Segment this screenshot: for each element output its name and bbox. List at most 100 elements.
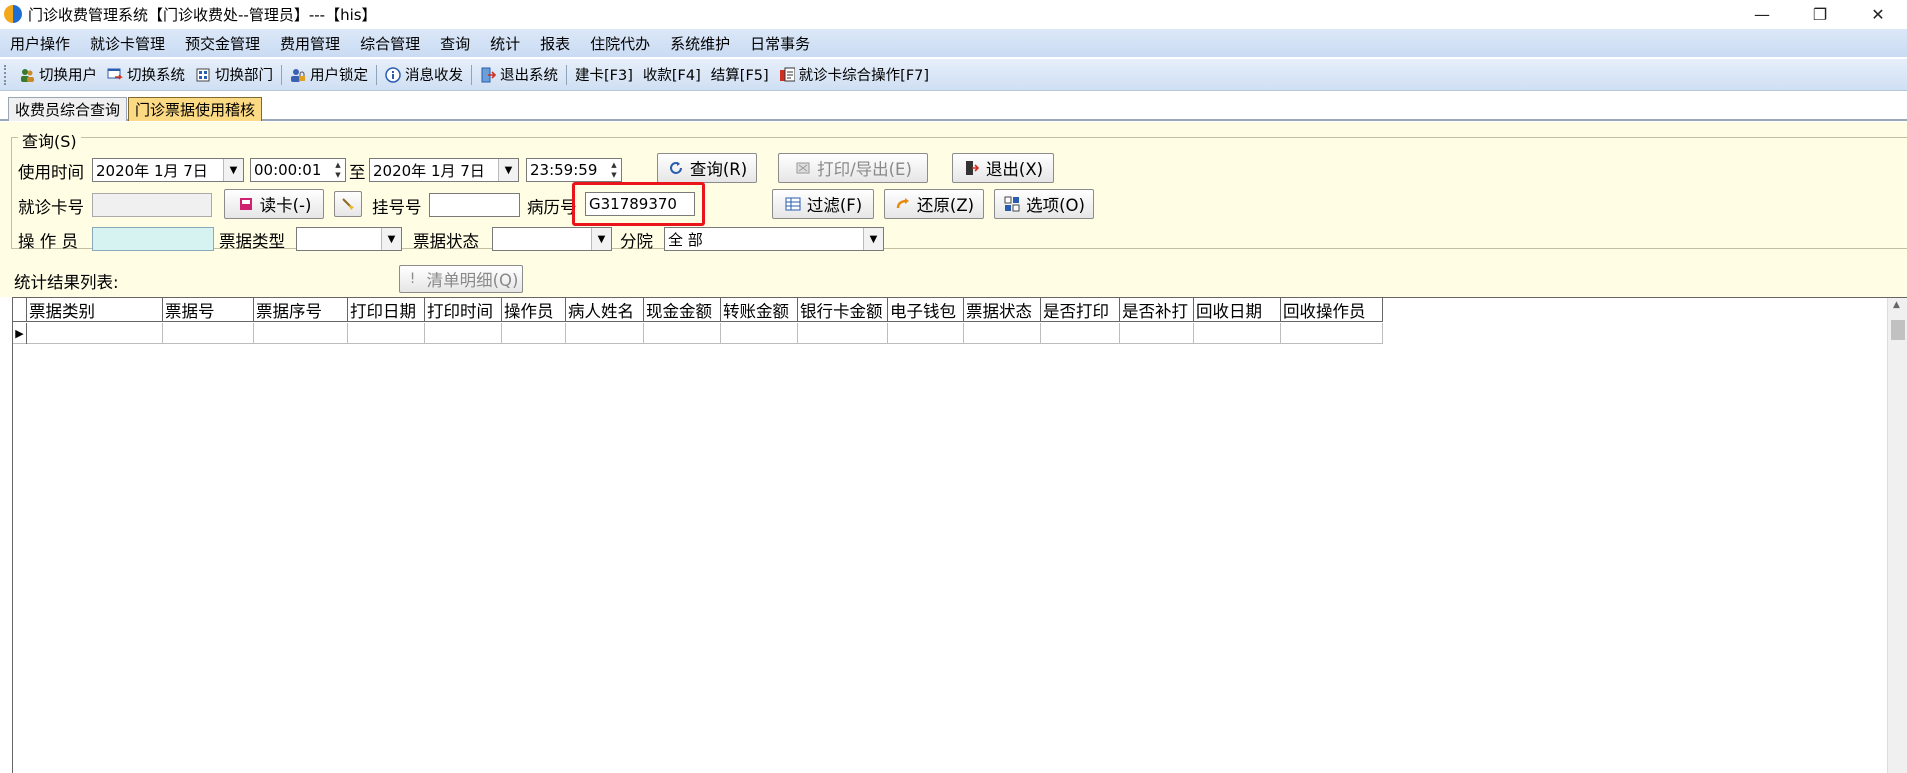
receipt-status-select[interactable]: ▼ [492,227,612,251]
menu-fee-mgmt[interactable]: 费用管理 [270,33,350,54]
grid-cell[interactable] [1281,323,1383,344]
menu-user-ops[interactable]: 用户操作 [0,33,80,54]
options-button[interactable]: 选项(O) [994,189,1094,219]
col-receipt-status[interactable]: 票据状态 [964,298,1041,322]
grid-cell[interactable] [348,323,425,344]
restore-button-query[interactable]: 还原(Z) [884,189,984,219]
query-button[interactable]: 查询(R) [657,153,757,183]
exit-system-button[interactable]: 退出系统 [475,62,563,88]
col-receipt-number[interactable]: 票据号 [163,298,254,322]
switch-system-button[interactable]: 切换系统 [102,62,190,88]
time-from-spinner[interactable]: 00:00:01 ▲ ▼ [250,158,346,182]
filter-button[interactable]: 过滤(F) [772,189,874,219]
grid-cell[interactable] [798,323,888,344]
grid-cell[interactable] [254,323,348,344]
menu-reports[interactable]: 报表 [530,33,580,54]
grid-cell[interactable] [1120,323,1194,344]
col-cash-amount[interactable]: 现金金额 [644,298,721,322]
menu-deposit-mgmt[interactable]: 预交金管理 [175,33,270,54]
toolbar-grip[interactable] [4,64,8,85]
time-to-spin-icon[interactable]: ▲ ▼ [607,159,621,181]
exclamation-icon: ! [409,271,416,287]
restore-button[interactable]: ❐ [1791,0,1849,28]
vertical-scrollbar[interactable]: ▲ [1887,298,1907,773]
receipt-type-dropdown[interactable]: ▼ [381,228,401,250]
menu-statistics[interactable]: 统计 [480,33,530,54]
minimize-button[interactable]: — [1733,0,1791,28]
message-button[interactable]: 消息收发 [380,62,468,88]
users-icon [19,67,35,83]
menu-daily-affairs[interactable]: 日常事务 [740,33,820,54]
col-recovery-date[interactable]: 回收日期 [1194,298,1281,322]
close-button[interactable]: ✕ [1849,0,1907,28]
grid-cell[interactable] [644,323,721,344]
tab-cashier-query[interactable]: 收费员综合查询 [8,97,128,121]
col-bankcard-amount[interactable]: 银行卡金额 [798,298,888,322]
toolbar-separator [566,64,567,85]
grid-cell[interactable] [502,323,566,344]
app-logo-icon [4,5,22,23]
build-card-button[interactable]: 建卡[F3] [570,62,638,88]
menu-inpatient-agent[interactable]: 住院代办 [580,33,660,54]
operator-input[interactable] [92,227,214,251]
grid-cell[interactable] [964,323,1041,344]
time-to-spinner[interactable]: 23:59:59 ▲ ▼ [526,158,622,182]
branch-select[interactable]: 全 部 ▼ [664,227,884,251]
grid-cell[interactable] [163,323,254,344]
clear-card-button[interactable] [334,191,362,217]
read-card-button[interactable]: 读卡(-) [224,189,324,219]
menu-card-mgmt[interactable]: 就诊卡管理 [80,33,175,54]
print-export-button[interactable]: 打印/导出(E) [778,153,928,183]
scroll-thumb[interactable] [1891,320,1905,340]
branch-dropdown[interactable]: ▼ [863,228,883,250]
grid-cell[interactable] [888,323,964,344]
grid-cell[interactable] [1194,323,1281,344]
exit-button[interactable]: 退出(X) [952,153,1054,183]
card-number-input[interactable] [92,193,212,217]
options-button-label: 选项(O) [1026,196,1085,215]
col-transfer-amount[interactable]: 转账金额 [721,298,798,322]
table-row[interactable]: ▶ [13,323,1383,344]
col-receipt-category[interactable]: 票据类别 [27,298,163,322]
clear-detail-button[interactable]: ! 清单明细(Q) [399,265,523,293]
toolbar-separator [281,64,282,85]
col-print-date[interactable]: 打印日期 [348,298,425,322]
menu-general-mgmt[interactable]: 综合管理 [350,33,430,54]
card-ops-button[interactable]: 就诊卡综合操作[F7] [774,62,934,88]
col-patient-name[interactable]: 病人姓名 [566,298,644,322]
registration-number-input[interactable] [429,193,520,217]
grid-cell[interactable] [566,323,644,344]
col-is-reprinted[interactable]: 是否补打 [1120,298,1194,322]
switch-dept-button[interactable]: 切换部门 [190,62,278,88]
grid-cell[interactable] [27,323,163,344]
results-list-label: 统计结果列表: [14,273,119,292]
col-print-time[interactable]: 打印时间 [425,298,502,322]
time-from-spin-icon[interactable]: ▲ ▼ [331,159,345,181]
scroll-up-icon[interactable]: ▲ [1893,300,1900,310]
date-from-picker[interactable]: 2020年 1月 7日 ▼ [92,158,244,182]
settle-button[interactable]: 结算[F5] [706,62,774,88]
tab-receipt-audit[interactable]: 门诊票据使用稽核 [128,97,263,121]
menu-bar: 用户操作 就诊卡管理 预交金管理 费用管理 综合管理 查询 统计 报表 住院代办… [0,29,1907,57]
grid-cell[interactable] [1041,323,1120,344]
menu-query[interactable]: 查询 [430,33,480,54]
grid-corner [13,298,27,322]
date-to-dropdown[interactable]: ▼ [498,159,518,181]
col-e-wallet[interactable]: 电子钱包 [888,298,964,322]
user-lock-label: 用户锁定 [310,68,368,84]
grid-cell[interactable] [425,323,502,344]
col-operator[interactable]: 操作员 [502,298,566,322]
receipt-type-select[interactable]: ▼ [296,227,402,251]
menu-system-maint[interactable]: 系统维护 [660,33,740,54]
col-is-printed[interactable]: 是否打印 [1041,298,1120,322]
col-recovery-operator[interactable]: 回收操作员 [1281,298,1383,322]
grid-cell[interactable] [721,323,798,344]
user-lock-button[interactable]: 用户锁定 [285,62,373,88]
receipt-status-dropdown[interactable]: ▼ [591,228,611,250]
collect-button[interactable]: 收款[F4] [638,62,706,88]
exit-button-label: 退出(X) [985,160,1044,179]
switch-user-button[interactable]: 切换用户 [14,62,102,88]
date-to-picker[interactable]: 2020年 1月 7日 ▼ [369,158,519,182]
col-receipt-seq[interactable]: 票据序号 [254,298,348,322]
date-from-dropdown[interactable]: ▼ [223,159,243,181]
